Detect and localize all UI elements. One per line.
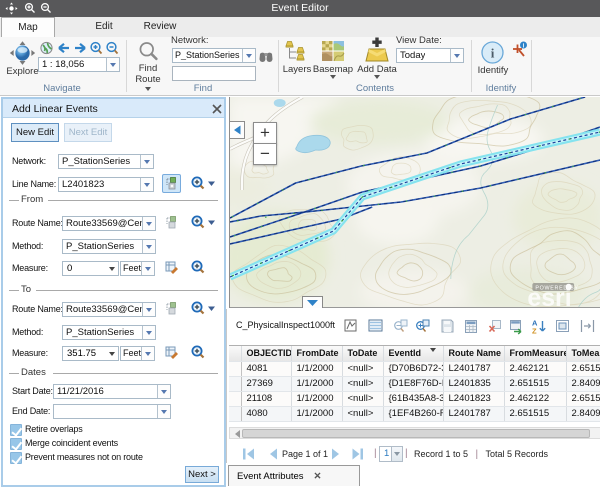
- svg-text:i: i: [491, 46, 495, 61]
- svg-text:esri: esri: [527, 284, 571, 308]
- svg-text:Z: Z: [532, 327, 537, 336]
